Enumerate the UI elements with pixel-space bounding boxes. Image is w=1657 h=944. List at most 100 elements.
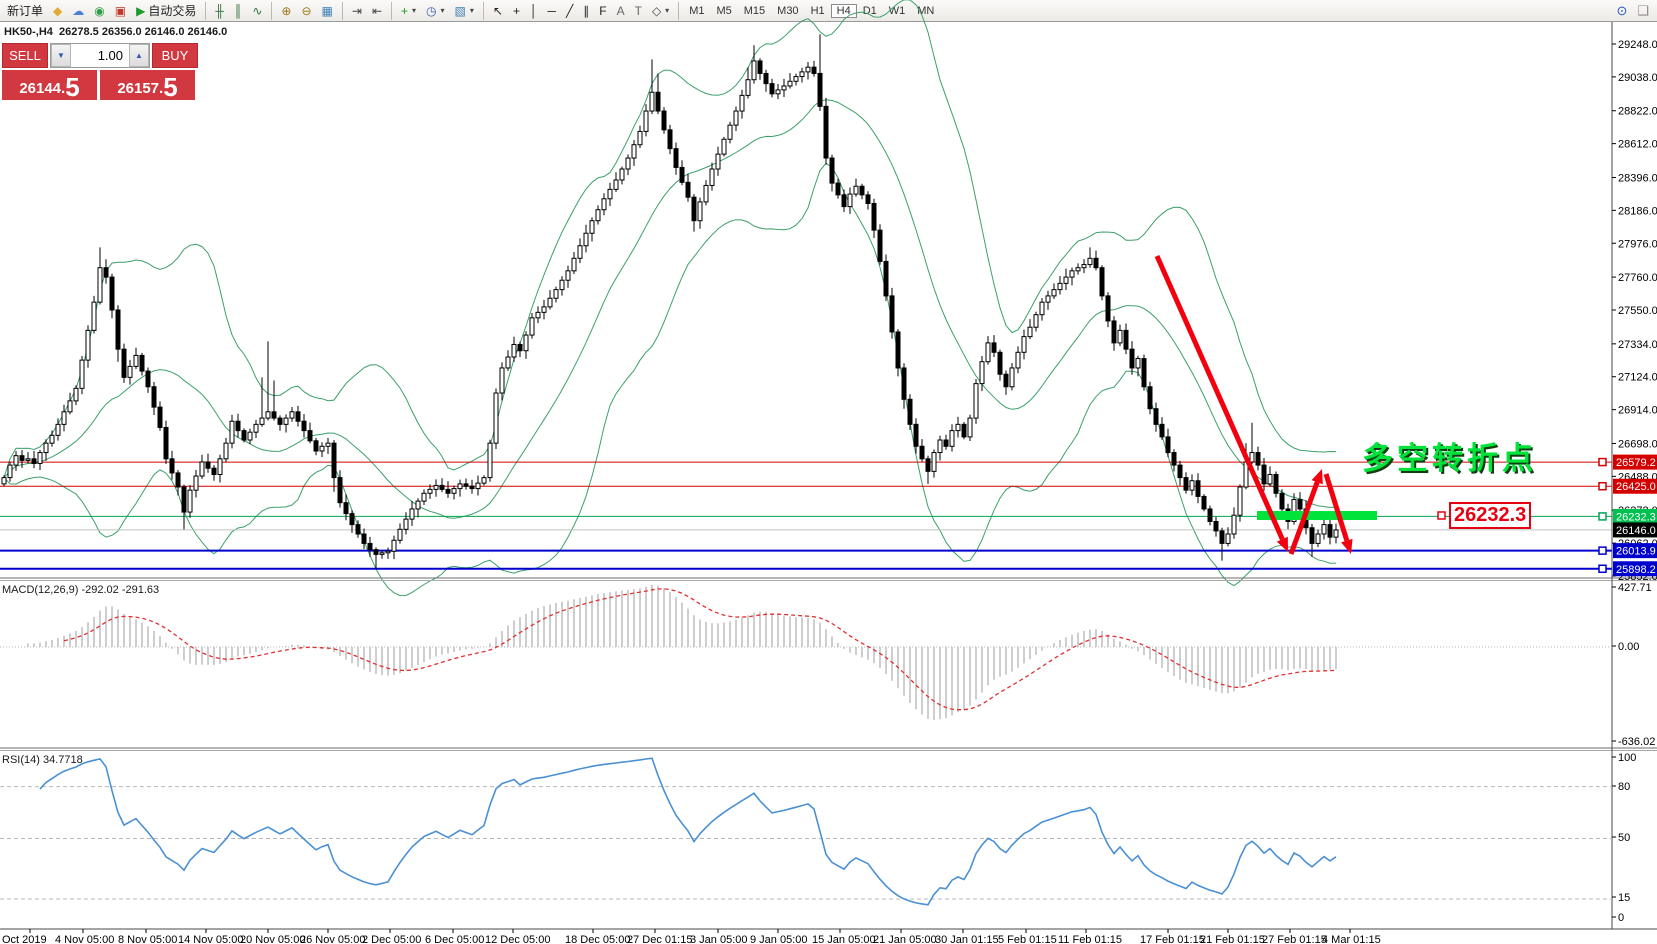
callout-connector-square[interactable] (1438, 512, 1445, 519)
time-label: 9 Jan 05:00 (750, 934, 808, 944)
price-callout-box[interactable]: 26232.3 (1449, 502, 1531, 529)
candle-body (1076, 268, 1080, 271)
candle-body (662, 111, 666, 130)
candle-body (1214, 521, 1218, 530)
candle-body (530, 318, 534, 335)
level-connector-square[interactable] (1599, 547, 1606, 554)
candle-body (842, 195, 846, 207)
candle-body (1040, 302, 1044, 315)
volume-value[interactable]: 1.00 (71, 44, 129, 67)
candle-body (134, 355, 138, 366)
candle-body (38, 453, 42, 464)
candle-body (1058, 283, 1062, 289)
candle-body (1160, 424, 1164, 437)
candle-body (584, 233, 588, 246)
candle-body (308, 431, 312, 441)
level-connector-square[interactable] (1599, 565, 1606, 572)
candle-body (866, 195, 870, 204)
macd-signal-line (64, 589, 1336, 710)
candle-body (620, 169, 624, 180)
candle-body (776, 90, 780, 94)
volume-increase-button[interactable]: ▲ (129, 44, 149, 67)
candle-body (458, 484, 462, 489)
price-tick-label: 29248.0 (1618, 39, 1657, 51)
candle-body (1064, 277, 1068, 283)
candle-body (974, 384, 978, 418)
candle-body (128, 366, 132, 377)
volume-decrease-button[interactable]: ▼ (51, 44, 71, 67)
candle-body (920, 446, 924, 459)
level-connector-square[interactable] (1599, 459, 1606, 466)
candle-body (110, 277, 114, 310)
time-label: 12 Dec 05:00 (485, 934, 550, 944)
candle-body (644, 111, 648, 131)
candle-body (1088, 258, 1092, 264)
trend-arrow-1[interactable] (1157, 256, 1282, 539)
candle-body (170, 459, 174, 473)
candle-body (188, 490, 192, 512)
time-label: 21 Jan 05:00 (873, 934, 937, 944)
volume-stepper: ▼ 1.00 ▲ (50, 43, 150, 68)
time-label: 26 Nov 05:00 (300, 934, 365, 944)
candle-body (1238, 487, 1242, 515)
candle-body (320, 446, 324, 451)
rsi-axis-label: 15 (1618, 892, 1630, 904)
candle-body (902, 368, 906, 399)
candle-body (650, 92, 654, 111)
candle-body (338, 478, 342, 503)
candle-body (560, 280, 564, 289)
level-connector-square[interactable] (1599, 483, 1606, 490)
candle-body (962, 424, 966, 437)
candle-body (1070, 271, 1074, 277)
candle-body (1124, 330, 1128, 349)
turning-point-annotation[interactable]: 多空转折点 (1362, 433, 1537, 478)
price-tick-label: 27334.0 (1618, 339, 1657, 351)
candle-body (212, 468, 216, 474)
candle-body (536, 312, 540, 317)
candle-body (1052, 290, 1056, 296)
candle-body (302, 421, 306, 430)
candle-body (638, 131, 642, 144)
bid-price[interactable]: 26144.5 (2, 70, 97, 100)
candle-body (890, 296, 894, 332)
candle-body (86, 330, 90, 360)
candle-body (152, 387, 156, 407)
candle-body (1190, 481, 1194, 490)
candle-body (182, 487, 186, 512)
candle-body (230, 421, 234, 443)
sell-button[interactable]: SELL (2, 43, 48, 68)
candle-body (626, 158, 630, 169)
time-label: 27 Feb 01:15 (1262, 934, 1327, 944)
candle-body (386, 551, 390, 553)
candle-body (380, 553, 384, 555)
candle-body (272, 412, 276, 418)
candle-body (692, 197, 696, 220)
candle-body (284, 418, 288, 424)
candle-body (590, 221, 594, 234)
candle-body (1268, 474, 1272, 483)
candle-body (488, 443, 492, 477)
candle-body (74, 388, 78, 401)
candle-body (8, 465, 12, 478)
macd-label: MACD(12,26,9) -292.02 -291.63 (2, 584, 159, 596)
candle-body (518, 344, 522, 350)
price-tick-label: 27124.0 (1618, 372, 1657, 384)
candle-body (824, 106, 828, 158)
candle-body (1226, 534, 1230, 543)
level-connector-square[interactable] (1599, 513, 1606, 520)
candle-body (836, 183, 840, 195)
candle-body (770, 84, 774, 94)
level-label-26013.9: 26013.9 (1616, 546, 1656, 558)
candle-body (332, 443, 336, 477)
buy-button[interactable]: BUY (152, 43, 198, 68)
candle-body (1262, 465, 1266, 484)
candle-body (98, 268, 102, 302)
candle-body (710, 169, 714, 185)
ask-price[interactable]: 26157.5 (100, 70, 195, 100)
rsi-axis-label: 100 (1618, 752, 1636, 764)
candle-body (512, 344, 516, 357)
candle-body (1280, 493, 1284, 509)
time-label: 15 Jan 05:00 (812, 934, 876, 944)
candle-body (1208, 509, 1212, 522)
candle-body (608, 189, 612, 198)
